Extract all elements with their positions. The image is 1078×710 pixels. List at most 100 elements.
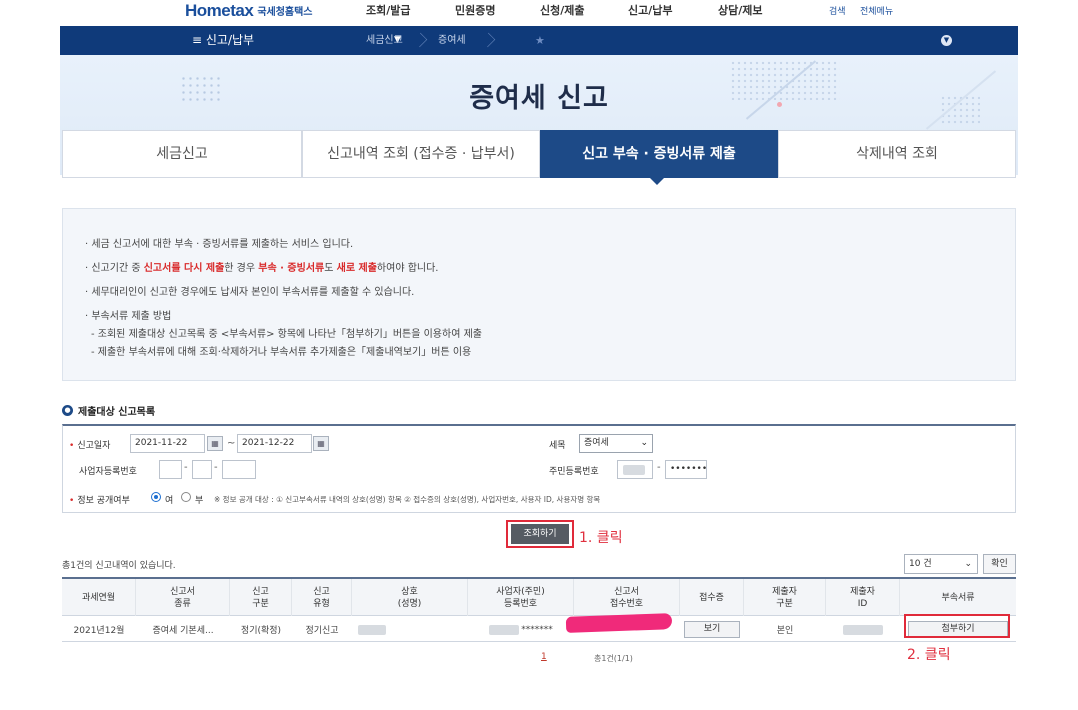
date-to-input[interactable]: 2021-12-22	[237, 434, 312, 453]
search-menu-button[interactable]: 검색	[829, 7, 846, 17]
cell-form-type[interactable]: 증여세 기본세...	[136, 617, 230, 642]
tab-attachment-submit[interactable]: 신고 부속 · 증빙서류 제출	[540, 130, 778, 178]
column-header: 신고 구분	[230, 579, 292, 616]
section-title: 제출대상 신고목록	[78, 407, 156, 418]
tab-bar: 세금신고 신고내역 조회 (접수증 · 납부서) 신고 부속 · 증빙서류 제출…	[62, 130, 1016, 178]
disclose-no-label: 부	[195, 496, 204, 506]
nav-expand-icon[interactable]: ▼	[941, 35, 952, 46]
cell-period: 2021년12월	[73, 626, 125, 636]
disclose-note: ※ 정보 공개 대상 : ① 신고부속서류 내역의 상호(성명) 항목 ② 접수…	[214, 495, 601, 504]
tab-tax-report[interactable]: 세금신고	[62, 130, 302, 178]
bizno-label: 사업자등록번호	[79, 467, 137, 477]
info-line: · 세금 신고서에 대한 부속 · 증빙서류를 제출하는 서비스 입니다.	[85, 239, 354, 250]
cell-receipt: 보기	[680, 617, 744, 642]
blurred-text	[843, 624, 883, 635]
search-label: 검색	[829, 7, 846, 17]
table-row: 2021년12월 증여세 기본세... 정기(확정) 정기신고 ******* …	[62, 617, 1016, 642]
bizno-input-1[interactable]	[159, 460, 182, 479]
date-range-tilde: ~	[227, 438, 236, 449]
pagination-page-1[interactable]: 1	[541, 652, 547, 662]
cell-company-name	[352, 617, 468, 642]
table-header: 과세연월 신고서 종류 신고 구분 신고 유형 상호 (성명) 사업자(주민) …	[62, 579, 1016, 616]
column-header: 부속서류	[941, 592, 975, 603]
section-bullet-icon: ●	[62, 405, 73, 416]
info-line: · 세무대리인이 신고한 경우에도 납세자 본인이 부속서류를 제출할 수 있습…	[85, 287, 415, 298]
nav-strip: ≡ 신고/납부 ▼ 세금신고 증여세 ★ ▼	[60, 26, 1018, 55]
cell-report-kind: 정기(확정)	[240, 626, 282, 636]
section-header: ● 제출대상 신고목록	[62, 403, 155, 418]
all-menu-button[interactable]: 전체메뉴	[860, 7, 893, 17]
date-from-input[interactable]: 2021-11-22	[130, 434, 205, 453]
column-header: 사업자(주민) 등록번호	[468, 579, 574, 616]
bizno-dash: -	[214, 462, 218, 473]
info-box: · 세금 신고서에 대한 부속 · 증빙서류를 제출하는 서비스 입니다. · …	[62, 208, 1016, 381]
calendar-icon[interactable]: ▦	[207, 436, 223, 451]
info-line: - 제출한 부속서류에 대해 조회·삭제하거나 부속서류 추가제출은「제출내역보…	[91, 347, 472, 358]
annotation-step-2: 2. 클릭	[907, 647, 951, 663]
resno-label: 주민등록번호	[549, 467, 599, 477]
logo-main-text: Hometax	[185, 1, 254, 20]
topmenu-item[interactable]: 신청/제출	[540, 2, 585, 18]
disclose-yes-radio[interactable]	[151, 492, 161, 502]
chevron-down-icon: ⌄	[640, 438, 648, 448]
breadcrumb-item[interactable]: 증여세	[438, 26, 466, 55]
topmenu-item[interactable]: 민원증명	[455, 2, 495, 18]
info-line-highlight: · 신고기간 중 신고서를 다시 제출한 경우 부속 · 증빙서류도 새로 제출…	[85, 263, 439, 274]
column-header: 상호 (성명)	[352, 579, 468, 616]
column-header: 과세연월	[62, 579, 136, 616]
topmenu-item[interactable]: 조회/발급	[366, 2, 411, 18]
tab-report-history[interactable]: 신고내역 조회 (접수증 · 납부서)	[302, 130, 540, 178]
cell-submitter-id	[826, 617, 900, 642]
column-header: 신고서 종류	[136, 579, 230, 616]
bizno-dash: -	[184, 462, 188, 473]
column-header: 제출자 ID	[826, 579, 900, 616]
column-header: 신고서 접수번호	[574, 579, 680, 616]
resno-dash: -	[657, 462, 661, 473]
top-header: Hometax 국세청홈택스 조회/발급 민원증명 신청/제출 신고/납부 상담…	[0, 0, 1078, 26]
info-line: - 조회된 제출대상 신고목록 중 <부속서류> 항목에 나타난「첨부하기」버튼…	[91, 329, 482, 340]
resno-input-2[interactable]: •••••••	[665, 460, 707, 479]
topmenu-item[interactable]: 신고/납부	[628, 2, 673, 18]
blurred-text	[358, 624, 386, 635]
pagination-total: 총1건(1/1)	[594, 654, 633, 663]
cell-report-type: 정기신고	[305, 626, 339, 636]
blurred-text	[623, 465, 645, 475]
favorite-star-icon[interactable]: ★	[535, 26, 545, 55]
all-menu-label: 전체메뉴	[860, 7, 894, 17]
column-header: 제출자 구분	[744, 579, 826, 616]
result-count: 총1건의 신고내역이 있습니다.	[62, 561, 176, 571]
tab-deleted-history[interactable]: 삭제내역 조회	[778, 130, 1016, 178]
hometax-logo[interactable]: Hometax 국세청홈택스	[185, 0, 313, 20]
info-line: · 부속서류 제출 방법	[85, 311, 172, 322]
disclose-no-radio[interactable]	[181, 492, 191, 502]
bizno-input-2[interactable]	[192, 460, 212, 479]
cell-regno: *******	[468, 617, 574, 642]
page-size-select[interactable]: 10 건 ⌄	[904, 554, 978, 574]
breadcrumb-item[interactable]: 세금신고	[366, 26, 403, 55]
page-title: 증여세 신고	[469, 83, 609, 114]
menu-icon-and-label: ≡ 신고/납부	[192, 33, 255, 47]
breadcrumb-separator-icon	[480, 32, 496, 48]
chevron-down-icon: ⌄	[964, 559, 972, 569]
column-header: 접수증	[680, 579, 744, 616]
annotation-highlight-box	[904, 614, 1010, 638]
active-tab-arrow	[648, 176, 666, 185]
disclose-label: • 정보 공개여부	[69, 496, 130, 506]
topmenu-item[interactable]: 상담/제보	[718, 2, 763, 18]
confirm-button[interactable]: 확인	[983, 554, 1016, 574]
date-label: • 신고일자	[69, 441, 111, 451]
tax-type-label: 세목	[549, 441, 566, 451]
calendar-icon[interactable]: ▦	[313, 436, 329, 451]
search-form: • 신고일자 2021-11-22 ▦ ~ 2021-12-22 ▦ 세목 증여세…	[62, 424, 1016, 513]
cell-submitter-kind: 본인	[776, 626, 794, 636]
view-receipt-button[interactable]: 보기	[684, 621, 740, 638]
resno-input-1[interactable]	[617, 460, 653, 479]
column-header: 신고 유형	[292, 579, 352, 616]
search-button[interactable]: 조회하기	[511, 524, 569, 544]
bizno-input-3[interactable]	[222, 460, 256, 479]
tax-type-select[interactable]: 증여세 ⌄	[579, 434, 653, 453]
logo-sub-text: 국세청홈택스	[257, 7, 313, 18]
annotation-step-1: 1. 클릭	[579, 530, 623, 546]
disclose-yes-label: 여	[165, 496, 174, 506]
blurred-text	[489, 624, 520, 635]
